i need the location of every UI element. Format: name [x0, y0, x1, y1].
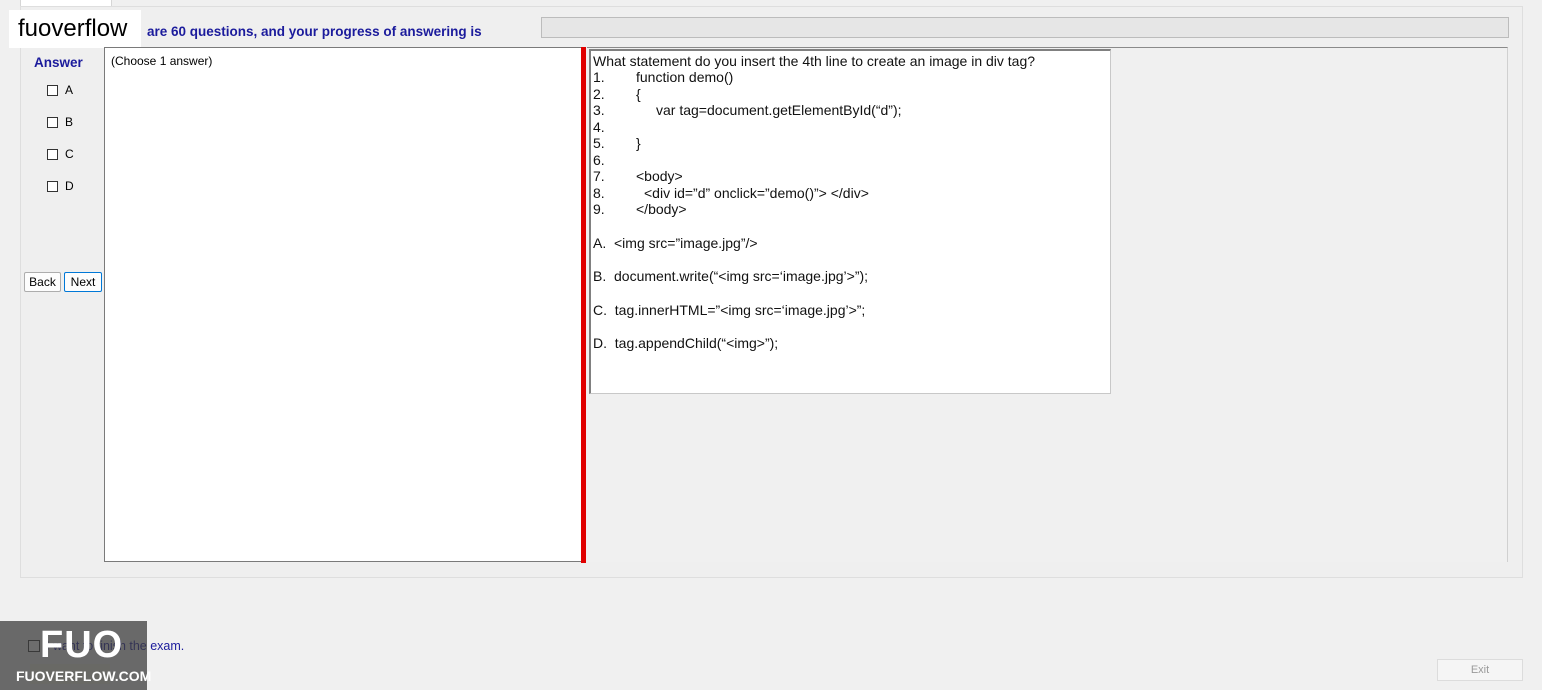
choice-b-text: B. document.write(“<img src=‘image.jpg’>… — [593, 268, 869, 284]
watermark-text: FUOVERFLOW.COM — [16, 668, 152, 684]
question-box: What statement do you insert the 4th lin… — [589, 49, 1111, 394]
option-c[interactable]: C — [47, 147, 74, 161]
code-line: <body> — [636, 168, 683, 184]
option-a[interactable]: A — [47, 83, 73, 97]
code-line: <div id=”d” onclick=”demo()”> </div> — [644, 185, 869, 201]
code-line-num: 5. — [593, 135, 605, 151]
code-line: } — [636, 135, 641, 151]
code-line-num: 3. — [593, 102, 605, 118]
exit-button[interactable]: Exit — [1437, 659, 1523, 681]
choice-d-text: D. tag.appendChild(“<img>”); — [593, 335, 779, 351]
code-line-num: 1. — [593, 69, 605, 85]
option-a-label: A — [65, 83, 74, 97]
code-line: { — [636, 86, 641, 102]
choice-a-text: A. <img src=”image.jpg”/> — [593, 235, 758, 251]
progress-bar — [541, 17, 1509, 38]
choose-instruction: (Choose 1 answer) — [111, 54, 213, 68]
option-c-checkbox[interactable] — [47, 148, 58, 160]
option-d-label: D — [65, 179, 74, 193]
back-button[interactable]: Back — [24, 272, 61, 292]
code-line-num: 2. — [593, 86, 605, 102]
code-line-num: 4. — [593, 119, 605, 135]
option-b-label: B — [65, 115, 74, 129]
code-line-num: 9. — [593, 201, 605, 217]
option-c-label: C — [65, 147, 74, 161]
code-line-num: 8. — [593, 185, 605, 201]
answer-input-panel[interactable] — [104, 47, 581, 562]
code-line-num: 7. — [593, 168, 605, 184]
option-b-checkbox[interactable] — [47, 116, 58, 128]
code-line-num: 6. — [593, 152, 605, 168]
question-stem: What statement do you insert the 4th lin… — [593, 53, 1036, 69]
watermark-logo: FUO — [40, 624, 124, 666]
logo: fuoverflow — [9, 10, 141, 48]
code-line: var tag=document.getElementById(“d”); — [656, 102, 902, 118]
answer-title: Answer — [34, 55, 83, 70]
progress-label: are 60 questions, and your progress of a… — [147, 24, 482, 39]
code-line: </body> — [636, 201, 687, 217]
option-a-checkbox[interactable] — [47, 84, 58, 96]
code-line: function demo() — [636, 69, 734, 85]
next-button[interactable]: Next — [64, 272, 102, 292]
panel-splitter[interactable] — [581, 47, 586, 563]
choice-c-text: C. tag.innerHTML=”<img src=‘image.jpg’>”… — [593, 302, 866, 318]
option-d-checkbox[interactable] — [47, 180, 58, 192]
option-b[interactable]: B — [47, 115, 73, 129]
option-d[interactable]: D — [47, 179, 74, 193]
